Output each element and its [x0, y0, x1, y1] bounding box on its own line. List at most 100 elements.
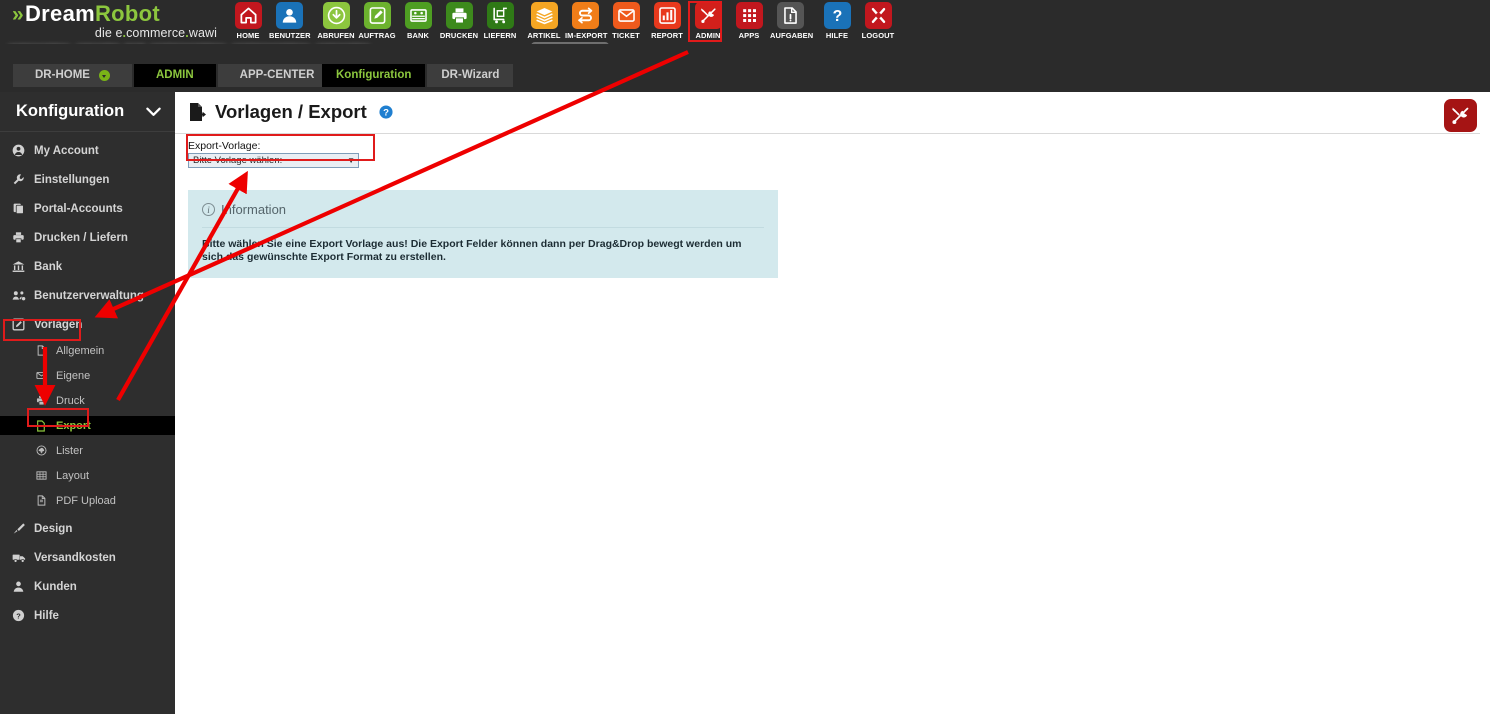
sidebar-item-label: Kunden: [34, 580, 77, 593]
sidebar-subitem-druck[interactable]: Druck: [0, 391, 175, 410]
toolbar-label: DRUCKEN: [439, 31, 479, 40]
pdf-icon: [36, 495, 56, 506]
dreamrobot-logo[interactable]: »DreamRobot die e.commerce.wawi: [12, 2, 217, 44]
export-doc-icon: [188, 102, 207, 123]
information-divider: [202, 227, 764, 228]
export-vorlage-select[interactable]: Bitte Vorlage wählen: ▼: [188, 153, 359, 168]
sidebar-item-bank[interactable]: Bank: [0, 256, 175, 277]
toolbar-item-logout[interactable]: LOGOUT: [858, 2, 898, 40]
toolbar-item-aufgaben[interactable]: AUFGABEN: [770, 2, 813, 40]
sidebar-subitem-pdf-upload[interactable]: PDF Upload: [0, 491, 175, 510]
sidebar-subitem-allgemein[interactable]: Allgemein: [0, 341, 175, 360]
toolbar-item-admin[interactable]: ADMIN: [688, 2, 728, 40]
logo-chevron-icon: »: [12, 3, 24, 26]
toolbar-item-im-export[interactable]: IM-EXPORT: [565, 2, 607, 40]
sidebar-item-label: Drucken / Liefern: [34, 231, 128, 244]
nav-tab-app-center[interactable]: APP-CENTER: [217, 64, 337, 87]
toolbar-label: APPS: [738, 31, 760, 40]
grid-icon: [735, 2, 763, 29]
toolbar-item-ticket[interactable]: TICKET: [606, 2, 646, 40]
toolbar-item-home[interactable]: HOME: [228, 2, 268, 40]
toolbar-item-bank[interactable]: BANK: [398, 2, 438, 40]
bank-icon: [12, 260, 34, 273]
brush-icon: [12, 522, 34, 535]
svg-text:?: ?: [832, 8, 842, 25]
doc-icon: [36, 345, 56, 356]
top-header-bar: »DreamRobot die e.commerce.wawi HOME BENU…: [0, 0, 1490, 57]
sidebar-header[interactable]: Konfiguration: [0, 92, 175, 132]
sidebar-item-label: Benutzerverwaltung: [34, 289, 144, 302]
sidebar-item-einstellungen[interactable]: Einstellungen: [0, 169, 175, 190]
sidebar-title: Konfiguration: [16, 102, 125, 120]
toolbar-label: REPORT: [651, 31, 683, 40]
sidebar-item-label: Bank: [34, 260, 63, 273]
logo-robot-text: Robot: [94, 1, 160, 26]
export-template-form: Export-Vorlage: Bitte Vorlage wählen: ▼: [175, 132, 1490, 168]
information-panel: i Information Bitte wählen Sie eine Expo…: [188, 190, 778, 278]
printer-icon: [12, 231, 34, 244]
toolbar-item-report[interactable]: REPORT: [647, 2, 687, 40]
sidebar-subitem-label: Druck: [56, 394, 85, 407]
toolbar-item-auftrag[interactable]: AUFTRAG: [357, 2, 397, 40]
toolbar-item-liefern[interactable]: LIEFERN: [480, 2, 520, 40]
dropdown-indicator-icon[interactable]: [98, 70, 110, 81]
sidebar-item-label: My Account: [34, 144, 99, 157]
sidebar-subitem-eigene[interactable]: Eigene: [0, 366, 175, 385]
sidebar-item-kunden[interactable]: Kunden: [0, 576, 175, 597]
layers-icon: [12, 202, 34, 215]
toolbar-label: ARTIKEL: [527, 31, 561, 40]
tools-icon: [1452, 107, 1469, 124]
sidebar-subitem-export[interactable]: Export: [0, 416, 175, 435]
tools-icon: [694, 2, 722, 29]
nav-tab-label: APP-CENTER: [239, 69, 315, 81]
subnav-tab-dr-wizard[interactable]: DR-Wizard: [427, 64, 514, 87]
sidebar-item-design[interactable]: Design: [0, 518, 175, 539]
toolbar-item-benutzer[interactable]: BENUTZER: [269, 2, 311, 40]
person-circle-icon: [12, 144, 34, 157]
toolbar-item-drucken[interactable]: DRUCKEN: [439, 2, 479, 40]
sidebar-item-vorlagen[interactable]: Vorlagen: [0, 314, 175, 335]
export-vorlage-selected-value: Bitte Vorlage wählen:: [193, 155, 283, 166]
question-icon: ?: [823, 2, 851, 29]
chevron-down-icon[interactable]: [146, 107, 161, 117]
sidebar-subitem-layout[interactable]: Layout: [0, 466, 175, 485]
sidebar-item-label: Einstellungen: [34, 173, 110, 186]
toolbar-item-artikel[interactable]: ARTIKEL: [524, 2, 564, 40]
page-title: Vorlagen / Export: [215, 101, 367, 122]
help-circle-icon[interactable]: ?: [379, 105, 393, 119]
task-doc-icon: [776, 2, 804, 29]
sidebar-item-hilfe[interactable]: ? Hilfe: [0, 605, 175, 626]
sidebar-item-portal-accounts[interactable]: Portal-Accounts: [0, 198, 175, 219]
toolbar-item-abrufen[interactable]: ABRUFEN: [316, 2, 356, 40]
nav-tab-dr-home[interactable]: DR-HOME: [13, 64, 132, 87]
tools-action-button[interactable]: [1444, 99, 1477, 132]
table-icon: [36, 470, 56, 481]
printer-icon: [36, 395, 56, 406]
sidebar-item-benutzerverwaltung[interactable]: Benutzerverwaltung: [0, 285, 175, 306]
subnav-tab-konfiguration[interactable]: Konfiguration: [322, 64, 426, 87]
nav-tab-admin[interactable]: ADMIN: [133, 64, 216, 87]
sidebar-subitem-lister[interactable]: Lister: [0, 441, 175, 460]
main-content: Vorlagen / Export ? Export-Vorlage: Bitt…: [175, 92, 1490, 714]
svg-text:?: ?: [16, 611, 21, 620]
toolbar-label: AUFTRAG: [358, 31, 396, 40]
logo-tagline: die e.commerce.wawi: [12, 27, 217, 40]
sidebar-subitem-label: Export: [56, 419, 91, 432]
banknote-icon: [404, 2, 432, 29]
users-gear-icon: [12, 289, 34, 302]
sidebar-item-label: Vorlagen: [34, 318, 83, 331]
toolbar-item-apps[interactable]: APPS: [729, 2, 769, 40]
tagline-part-a: die e: [94, 26, 123, 40]
template-edit-icon: [12, 318, 34, 331]
sidebar-subitem-label: Eigene: [56, 369, 91, 382]
toolbar-label: TICKET: [612, 31, 640, 40]
sidebar-item-my-account[interactable]: My Account: [0, 140, 175, 161]
sidebar-item-versandkosten[interactable]: Versandkosten: [0, 547, 175, 568]
package-icon: [530, 2, 558, 29]
sidebar: Konfiguration My Account Einstellungen Por…: [0, 92, 175, 714]
nav-strip: DR-HOME ADMIN APP-CENTER Konfiguration DR-W…: [0, 44, 1490, 128]
sidebar-item-drucken-liefern[interactable]: Drucken / Liefern: [0, 227, 175, 248]
sidebar-subitem-label: Lister: [56, 444, 83, 457]
download-icon: [322, 2, 350, 29]
toolbar-item-hilfe[interactable]: ? HILFE: [817, 2, 857, 40]
